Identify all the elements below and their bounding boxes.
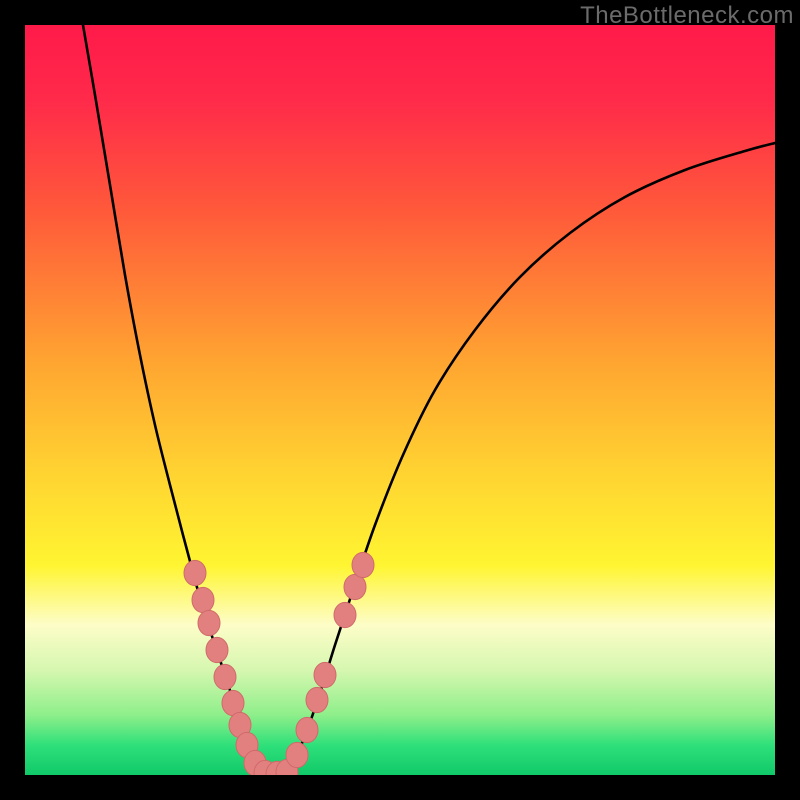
chart-plot-area [25, 25, 775, 775]
data-marker [206, 637, 228, 662]
data-marker [334, 602, 356, 627]
chart-svg [25, 25, 775, 775]
data-marker [314, 662, 336, 687]
chart-frame: TheBottleneck.com [0, 0, 800, 800]
watermark-text: TheBottleneck.com [580, 2, 794, 30]
data-marker [306, 687, 328, 712]
data-marker [184, 560, 206, 585]
data-marker [352, 552, 374, 577]
data-marker [214, 664, 236, 689]
data-marker [192, 587, 214, 612]
curve-group [83, 25, 775, 774]
data-marker [222, 690, 244, 715]
data-marker [198, 610, 220, 635]
data-marker [286, 742, 308, 767]
data-marker [296, 717, 318, 742]
right-curve [285, 143, 775, 773]
data-markers [184, 552, 374, 775]
left-curve [83, 25, 265, 773]
